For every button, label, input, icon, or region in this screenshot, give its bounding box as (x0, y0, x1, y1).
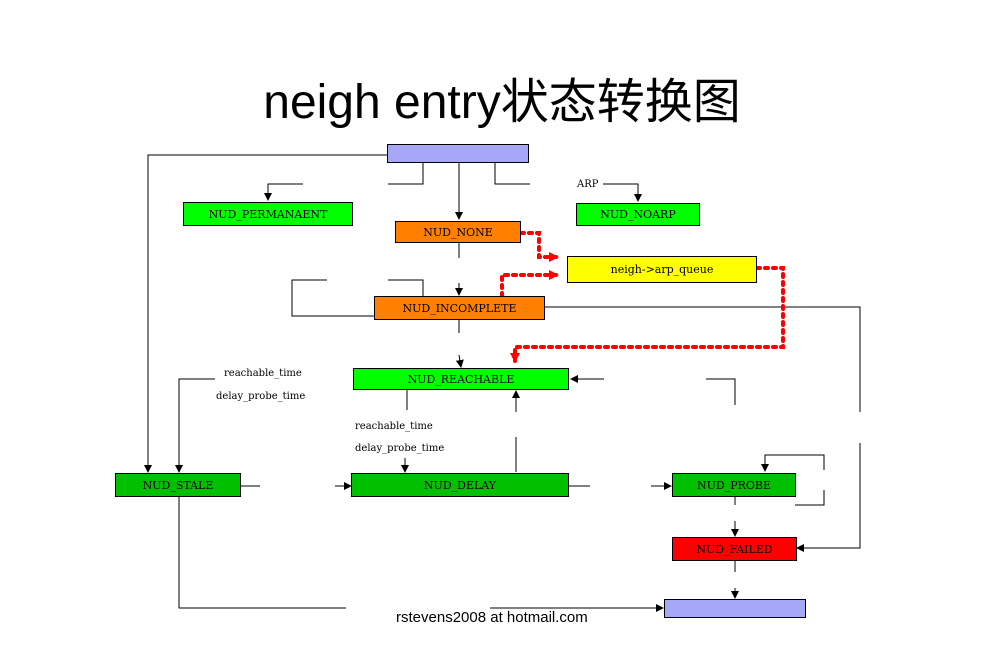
state-nud-none: NUD_NONE (395, 221, 521, 243)
state-nud-failed: NUD_FAILED (672, 537, 797, 561)
state-nud-reachable: NUD_REACHABLE (353, 368, 569, 390)
state-nud-incomplete: NUD_INCOMPLETE (374, 296, 545, 320)
end-box (664, 599, 806, 618)
state-nud-delay: NUD_DELAY (351, 473, 569, 497)
state-nud-noarp: NUD_NOARP (576, 203, 700, 226)
delay-probe-time-label-left: delay_probe_time (216, 391, 306, 402)
arp-queue-box: neigh->arp_queue (567, 256, 757, 283)
transition-lines (144, 154, 861, 612)
author-email: rstevens2008 at hotmail.com (396, 609, 588, 626)
state-nud-probe: NUD_PROBE (672, 473, 796, 497)
delay-probe-time-label-mid: delay_probe_time (355, 443, 445, 454)
state-nud-stale: NUD_STALE (115, 473, 241, 497)
arp-label: ARP (577, 179, 599, 190)
reachable-time-label-mid: reachable_time (355, 421, 433, 432)
state-nud-permanent: NUD_PERMANAENT (183, 202, 353, 226)
start-box (387, 144, 529, 163)
reachable-time-label-left: reachable_time (224, 368, 302, 379)
